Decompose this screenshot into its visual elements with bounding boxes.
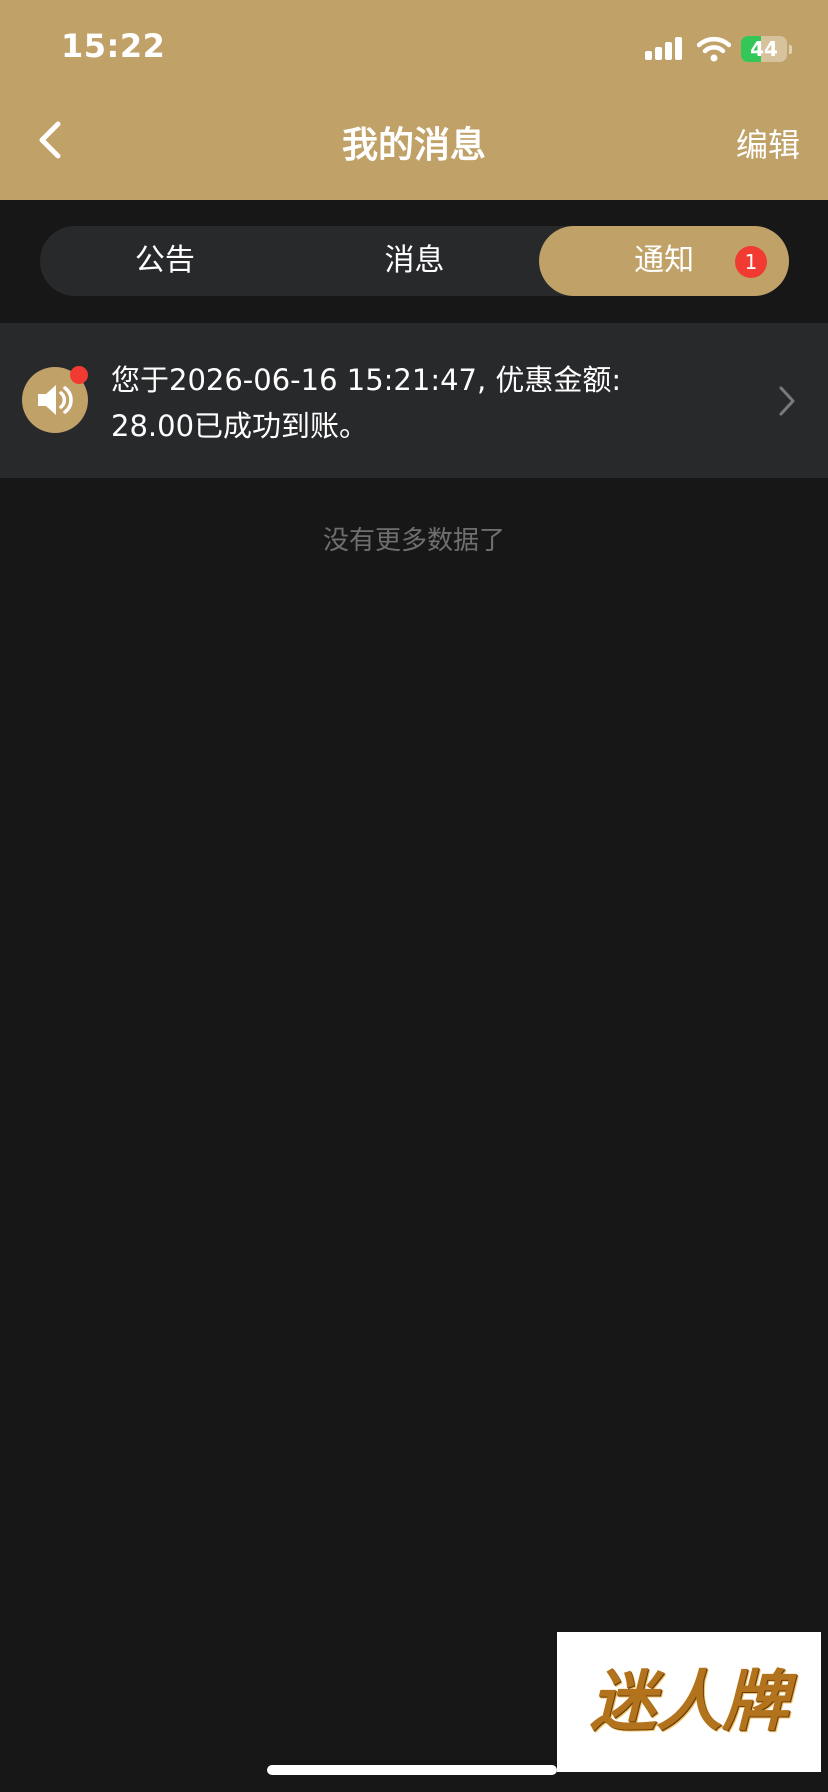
chevron-right-icon xyxy=(779,386,795,416)
watermark-logo: 迷人牌 xyxy=(557,1632,821,1772)
wifi-icon xyxy=(697,36,731,62)
home-indicator xyxy=(267,1765,557,1775)
notification-item[interactable]: 您于2026-06-16 15:21:47, 优惠金额: 28.00已成功到账。 xyxy=(0,323,828,478)
edit-button[interactable]: 编辑 xyxy=(736,120,800,166)
signal-icon xyxy=(645,36,685,62)
tab-label: 公告 xyxy=(134,243,195,278)
battery-cap xyxy=(789,44,792,54)
watermark-text: 迷人牌 xyxy=(590,1663,788,1740)
tab-messages[interactable]: 消息 xyxy=(290,226,540,296)
unread-badge: 1 xyxy=(735,246,768,278)
tab-announcements[interactable]: 公告 xyxy=(40,226,290,296)
battery-charging-icon: 44 xyxy=(741,36,787,62)
tab-label: 通知 xyxy=(634,243,695,278)
notification-text: 您于2026-06-16 15:21:47, 优惠金额: 28.00已成功到账。 xyxy=(111,363,622,443)
end-of-list-text: 没有更多数据了 xyxy=(322,526,505,556)
status-icons: 44 xyxy=(645,34,792,64)
battery-level: 44 xyxy=(750,37,778,61)
header-bar: 15:22 44 我的消息 编辑 xyxy=(0,0,828,200)
unread-dot xyxy=(70,366,88,384)
tab-label: 消息 xyxy=(384,243,445,278)
tab-bar: 公告 消息 通知 1 xyxy=(40,226,790,296)
tab-notifications[interactable]: 通知 1 xyxy=(539,226,790,296)
status-time: 15:22 xyxy=(61,27,166,65)
page-title: 我的消息 xyxy=(341,125,486,166)
